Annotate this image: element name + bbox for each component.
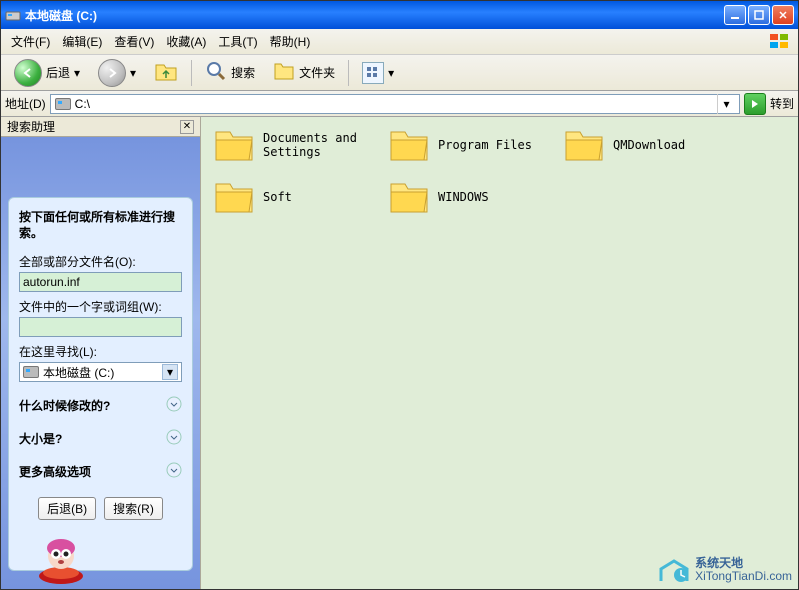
go-label: 转到 [770,95,794,112]
close-button[interactable] [772,5,794,25]
size-label: 大小是? [19,430,62,447]
back-arrow-icon [14,59,42,87]
search-companion-character[interactable] [31,530,91,585]
menubar: 文件(F) 编辑(E) 查看(V) 收藏(A) 工具(T) 帮助(H) [1,29,798,55]
menu-tools[interactable]: 工具(T) [212,31,263,52]
search-submit-button[interactable]: 搜索(R) [104,497,163,520]
window-buttons [724,5,794,25]
up-button[interactable] [147,57,185,88]
size-disclose[interactable]: 大小是? [19,429,182,448]
window-title: 本地磁盘 (C:) [25,7,724,24]
go-button[interactable] [744,93,766,115]
search-pane-title: 搜索助理 [7,118,180,135]
chevron-down-icon: ▾ [74,66,80,80]
view-mode-button[interactable]: ▾ [355,59,401,87]
drive-icon [23,366,39,378]
search-pane-close[interactable]: ✕ [180,120,194,134]
view-icon [362,62,384,84]
search-pane-header: 搜索助理 ✕ [1,117,200,137]
forward-arrow-icon [98,59,126,87]
folders-button[interactable]: 文件夹 [266,58,342,87]
lookin-select[interactable]: 本地磁盘 (C:) ▾ [19,362,182,382]
when-label: 什么时候修改的? [19,397,110,414]
chevron-down-icon: ▾ [162,364,178,380]
lookin-label: 在这里寻找(L): [19,343,182,360]
address-input[interactable]: C:\ ▾ [50,94,740,114]
folder-item[interactable]: Documents andSettings [213,127,388,163]
address-label: 地址(D) [5,95,46,112]
folder-name: Documents andSettings [263,131,357,160]
search-label: 搜索 [231,64,255,81]
address-path: C:\ [75,97,90,111]
folders-label: 文件夹 [299,64,335,81]
folder-name: Program Files [438,138,532,152]
forward-button[interactable]: ▾ [91,56,143,90]
address-bar: 地址(D) C:\ ▾ 转到 [1,91,798,117]
toolbar: 后退 ▾ ▾ 搜索 文件夹 ▾ [1,55,798,91]
minimize-button[interactable] [724,5,746,25]
menu-file[interactable]: 文件(F) [5,31,56,52]
folder-item[interactable]: WINDOWS [388,179,563,215]
menu-favorites[interactable]: 收藏(A) [160,31,212,52]
chevron-down-icon [166,462,182,481]
watermark: 系统天地 XiTongTianDi.com [657,555,792,585]
folder-name: QMDownload [613,138,685,152]
chevron-down-icon [166,396,182,415]
menu-help[interactable]: 帮助(H) [264,31,317,52]
folder-up-icon [154,60,178,85]
chevron-down-icon: ▾ [388,66,394,80]
word-input[interactable] [19,317,182,337]
filename-input[interactable] [19,272,182,292]
word-label: 文件中的一个字或词组(W): [19,298,182,315]
maximize-button[interactable] [748,5,770,25]
search-heading: 按下面任何或所有标准进行搜索。 [19,210,182,241]
watermark-logo-icon [657,555,691,585]
filename-label: 全部或部分文件名(O): [19,253,182,270]
folder-name: Soft [263,190,292,204]
folder-icon [388,179,430,215]
folder-icon [213,127,255,163]
menu-view[interactable]: 查看(V) [108,31,160,52]
folder-content-area: Documents andSettings Program Files QMDown… [201,117,798,589]
drive-icon [55,98,71,110]
search-sidebar: ➘ 按下面任何或所有标准进行搜索。 全部或部分文件名(O): 文件中的一个字或词… [1,137,201,589]
drive-icon [5,7,21,23]
folder-icon [388,127,430,163]
search-button[interactable]: 搜索 [198,57,262,88]
watermark-url: XiTongTianDi.com [695,569,792,583]
folder-name: WINDOWS [438,190,489,204]
advanced-disclose[interactable]: 更多高级选项 [19,462,182,481]
back-button[interactable]: 后退 ▾ [7,56,87,90]
search-icon [205,60,227,85]
watermark-title: 系统天地 [695,556,743,570]
address-dropdown[interactable]: ▾ [717,94,735,114]
windows-flag-icon [766,31,794,53]
folder-item[interactable]: Program Files [388,127,563,163]
folders-icon [273,61,295,84]
advanced-label: 更多高级选项 [19,463,91,480]
folder-item[interactable]: QMDownload [563,127,738,163]
when-modified-disclose[interactable]: 什么时候修改的? [19,396,182,415]
back-label: 后退 [46,64,70,81]
lookin-value: 本地磁盘 (C:) [43,364,114,381]
menu-edit[interactable]: 编辑(E) [56,31,108,52]
folder-item[interactable]: Soft [213,179,388,215]
chevron-down-icon: ▾ [130,66,136,80]
folder-icon [213,179,255,215]
folder-icon [563,127,605,163]
titlebar: 本地磁盘 (C:) [1,1,798,29]
chevron-down-icon [166,429,182,448]
search-back-button[interactable]: 后退(B) [38,497,96,520]
